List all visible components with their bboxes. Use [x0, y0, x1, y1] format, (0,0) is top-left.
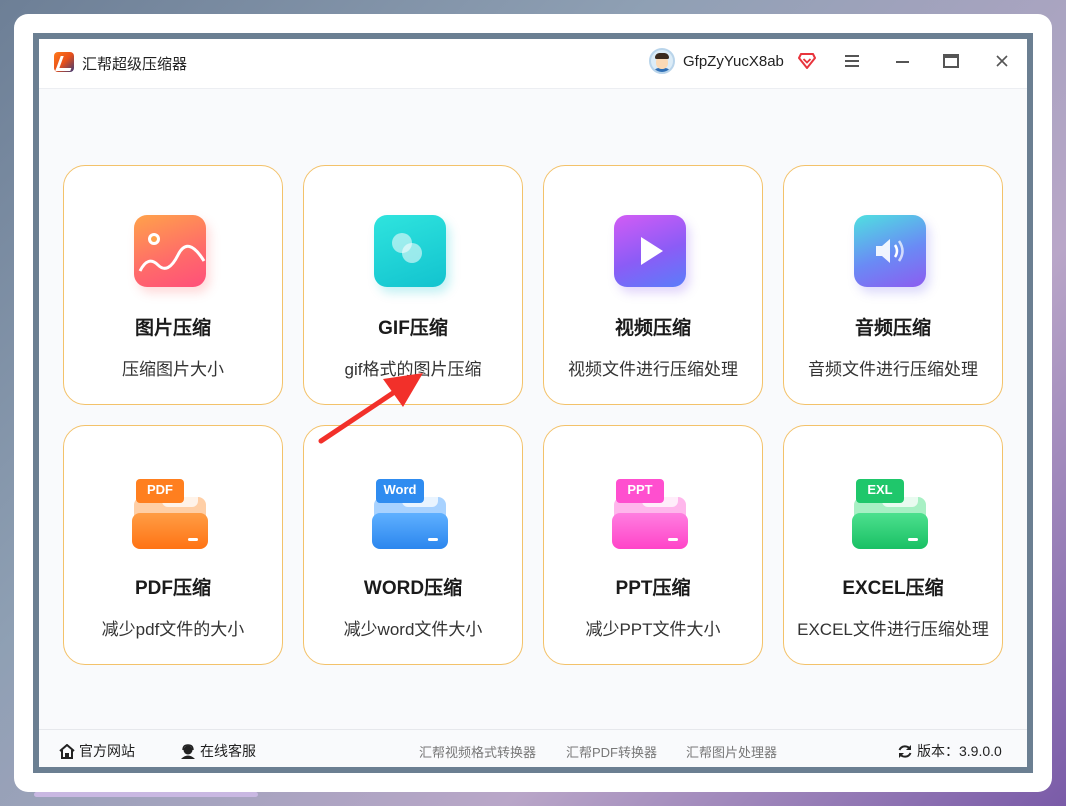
background-strip [34, 792, 258, 797]
footer-link-image-processor[interactable]: 汇帮图片处理器 [686, 742, 777, 761]
app-title: 汇帮超级压缩器 [82, 56, 188, 73]
tool-desc: EXCEL文件进行压缩处理 [797, 620, 989, 639]
vip-diamond-icon[interactable] [798, 53, 816, 69]
title-bar[interactable]: 汇帮超级压缩器 GfpZyYucX8ab [39, 39, 1027, 89]
tool-title: 图片压缩 [134, 318, 211, 339]
tool-desc: 压缩图片大小 [122, 360, 224, 379]
tool-title: EXCEL压缩 [842, 578, 944, 599]
app-window-content: 汇帮超级压缩器 GfpZyYucX8ab 图片压缩 压缩图片大小 GIF压缩 g… [39, 39, 1027, 767]
customer-service-icon [181, 743, 195, 759]
tool-desc: 音频文件进行压缩处理 [808, 360, 978, 379]
app-logo-icon [54, 52, 74, 72]
footer-link-pdf-converter[interactable]: 汇帮PDF转换器 [566, 742, 657, 761]
minimize-icon[interactable] [896, 61, 909, 63]
annotation-arrow-icon [318, 373, 423, 444]
home-icon [59, 743, 75, 759]
status-bar: 官方网站 在线客服 汇帮视频格式转换器 汇帮PDF转换器 汇帮图片处理器 版本：… [39, 729, 1027, 767]
tool-card-word[interactable]: Word WORD压缩 减少word文件大小 [303, 425, 523, 665]
tool-desc: 减少pdf文件的大小 [101, 620, 245, 639]
word-folder-icon: Word [372, 473, 448, 549]
audio-icon [852, 213, 928, 289]
version-label: 版本：3.9.0.0 [917, 743, 1002, 759]
official-website-link[interactable]: 官方网站 [59, 741, 135, 761]
refresh-icon [898, 744, 912, 758]
tool-title: WORD压缩 [363, 578, 463, 599]
tool-title: 音频压缩 [854, 318, 931, 339]
video-icon [612, 213, 688, 289]
maximize-icon[interactable] [943, 54, 959, 68]
tool-title: PPT压缩 [615, 578, 691, 599]
tool-card-ppt[interactable]: PPT PPT压缩 减少PPT文件大小 [543, 425, 763, 665]
tool-title: GIF压缩 [378, 318, 448, 339]
tool-title: 视频压缩 [614, 318, 691, 339]
tool-grid: 图片压缩 压缩图片大小 GIF压缩 gif格式的图片压缩 视频压缩 视频文件进行… [63, 165, 1005, 665]
tool-desc: 减少PPT文件大小 [585, 620, 721, 639]
tool-card-image[interactable]: 图片压缩 压缩图片大小 [63, 165, 283, 405]
menu-icon[interactable] [845, 55, 859, 67]
excel-folder-icon: EXL [852, 473, 928, 549]
ppt-folder-icon: PPT [612, 473, 688, 549]
tool-desc: 视频文件进行压缩处理 [568, 360, 738, 379]
user-avatar[interactable] [649, 48, 675, 74]
gif-icon [372, 213, 448, 289]
version-info[interactable]: 版本：3.9.0.0 [897, 741, 1002, 761]
tool-title: PDF压缩 [134, 578, 211, 599]
tool-card-audio[interactable]: 音频压缩 音频文件进行压缩处理 [783, 165, 1003, 405]
tool-card-pdf[interactable]: PDF PDF压缩 减少pdf文件的大小 [63, 425, 283, 665]
tool-card-excel[interactable]: EXL EXCEL压缩 EXCEL文件进行压缩处理 [783, 425, 1003, 665]
app-window: 汇帮超级压缩器 GfpZyYucX8ab 图片压缩 压缩图片大小 GIF压缩 g… [33, 33, 1033, 773]
pdf-folder-icon: PDF [132, 473, 208, 549]
tool-desc: 减少word文件大小 [343, 620, 483, 639]
tool-card-video[interactable]: 视频压缩 视频文件进行压缩处理 [543, 165, 763, 405]
online-service-label: 在线客服 [200, 743, 256, 759]
footer-link-video-converter[interactable]: 汇帮视频格式转换器 [419, 742, 536, 761]
username[interactable]: GfpZyYucX8ab [683, 53, 784, 70]
close-icon[interactable] [995, 54, 1009, 68]
image-icon [132, 213, 208, 289]
official-website-label: 官方网站 [79, 743, 135, 759]
online-service-link[interactable]: 在线客服 [180, 741, 256, 761]
